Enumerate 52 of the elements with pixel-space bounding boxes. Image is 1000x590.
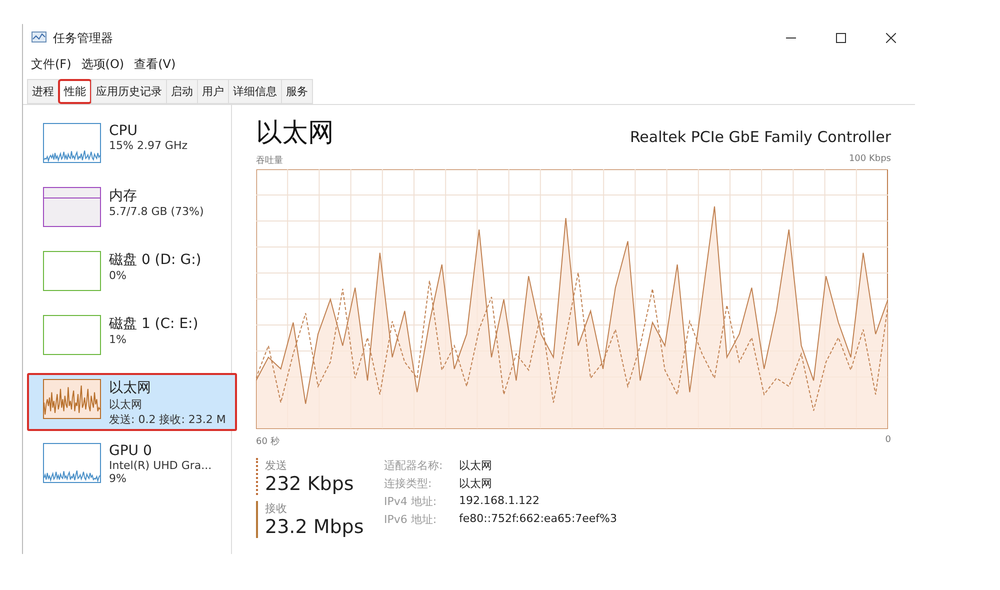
maximize-icon (836, 33, 846, 43)
task-manager-icon (31, 31, 47, 45)
stat-label: 接收 (265, 501, 288, 516)
device-name: Realtek PCIe GbE Family Controller (630, 128, 891, 148)
stat-value: 23.2 Mbps (265, 516, 365, 538)
axis-max-label: 100 Kbps (848, 154, 891, 166)
time-span-label: 60 秒 (256, 436, 280, 448)
tab[interactable]: 应用历史记录 (91, 79, 167, 104)
item-name: 磁盘 0 (D: G:) (109, 251, 202, 269)
tab[interactable]: 详细信息 (228, 79, 282, 104)
sidebar-item[interactable]: 内存 5.7/7.8 GB (73%) (27, 181, 231, 239)
stat-value: 232 Kbps (265, 473, 355, 495)
sidebar-item[interactable]: 以太网 以太网 发送: 0.2 接收: 23.2 M (27, 373, 237, 431)
item-detail: 5.7/7.8 GB (73%) (109, 205, 204, 218)
detail-label: IPv4 地址: (384, 494, 438, 509)
item-detail: 1% (109, 333, 128, 346)
item-detail: 15% 2.97 GHz (109, 139, 188, 152)
detail-value: fe80::752f:662:ea65:7eef%3 (459, 512, 618, 527)
window-title: 任务管理器 (53, 30, 114, 46)
graph-label: 吞吐量 (256, 154, 283, 167)
item-name: 磁盘 1 (C: E:) (109, 315, 198, 333)
item-detail: Intel(R) UHD Gra... (109, 459, 212, 472)
menu-item[interactable]: 选项(O) (81, 56, 124, 72)
item-detail: 以太网 (109, 397, 143, 412)
item-detail: 0% (109, 269, 128, 282)
panel-title: 以太网 (256, 117, 334, 150)
tab[interactable]: 进程 (27, 79, 59, 104)
detail-value: 192.168.1.122 (459, 494, 540, 509)
detail-label: IPv6 地址: (384, 512, 438, 527)
detail-value: 以太网 (459, 476, 493, 491)
sidebar-item[interactable]: 磁盘 1 (C: E:) 1% (27, 309, 231, 367)
tab[interactable]: 性能 (58, 79, 92, 104)
tab[interactable]: 服务 (281, 79, 313, 104)
item-detail: 9% (109, 472, 128, 485)
tab[interactable]: 启动 (166, 79, 198, 104)
axis-min-label: 0 (885, 435, 891, 447)
tab[interactable]: 用户 (197, 79, 229, 104)
item-name: GPU 0 (109, 443, 153, 459)
menu-item[interactable]: 文件(F) (31, 56, 72, 72)
stat-label: 发送 (265, 458, 288, 473)
detail-label: 连接类型: (384, 476, 433, 491)
close-icon (886, 33, 896, 43)
item-name: CPU (109, 123, 138, 139)
menu-item[interactable]: 查看(V) (134, 56, 176, 72)
sidebar-item[interactable]: 磁盘 0 (D: G:) 0% (27, 245, 231, 303)
item-name: 内存 (109, 187, 138, 205)
sidebar-item[interactable]: CPU 15% 2.97 GHz (27, 117, 231, 175)
item-name: 以太网 (109, 379, 152, 397)
sidebar-item[interactable]: GPU 0 Intel(R) UHD Gra... 9% (27, 437, 231, 495)
detail-value: 以太网 (459, 458, 493, 473)
item-detail: 发送: 0.2 接收: 23.2 M (109, 412, 226, 427)
detail-label: 适配器名称: (384, 458, 444, 473)
